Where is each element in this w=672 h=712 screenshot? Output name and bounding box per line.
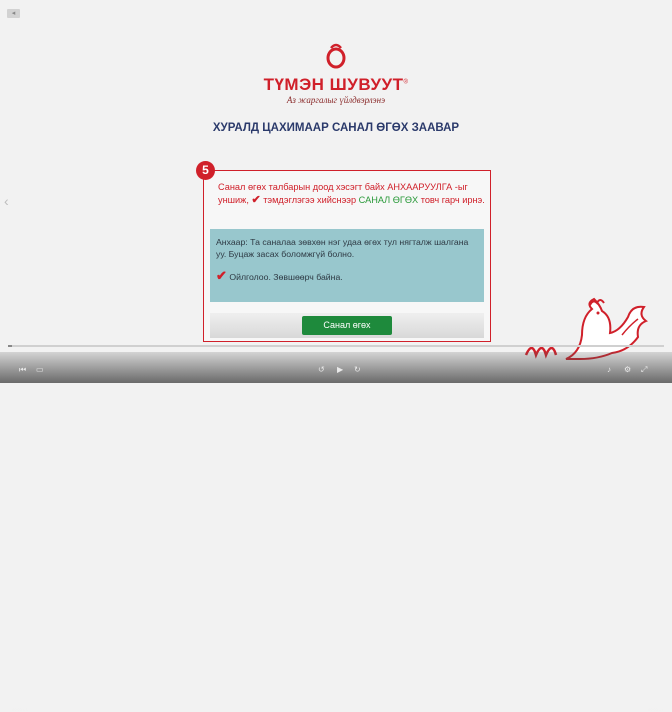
settings-icon[interactable]: ⚙: [624, 365, 631, 375]
registered-mark: ®: [403, 79, 409, 86]
forward-icon[interactable]: ↻: [354, 365, 361, 375]
brand-name: ТҮМЭН ШУВУУТ®: [0, 75, 672, 95]
egg-logo-icon: [326, 43, 346, 69]
rewind-icon[interactable]: ↺: [318, 365, 325, 375]
previous-slide-icon[interactable]: ‹: [4, 193, 9, 209]
brand-name-text: ТҮМЭН ШУВУУТ: [263, 75, 404, 94]
progress-track[interactable]: [8, 345, 664, 347]
instruction-part2: тэмдэглэгээ хийснээр: [263, 194, 357, 205]
vote-button[interactable]: Санал өгөх: [302, 316, 392, 335]
menu-toggle-button[interactable]: ◂: [7, 9, 20, 18]
agree-checkmark-icon: ✔: [216, 268, 227, 283]
previous-icon[interactable]: ⏮: [19, 365, 26, 375]
checkmark-icon: ✔: [251, 193, 261, 206]
agree-label: Ойлголоо. Зөвшөөрч байна.: [229, 272, 343, 282]
fullscreen-icon[interactable]: ⤢: [641, 365, 647, 375]
instruction-highlight: САНАЛ ӨГӨХ: [358, 194, 419, 205]
time-total: 00:00:27: [648, 707, 664, 712]
slide-title: ХУРАЛД ЦАХИМААР САНАЛ ӨГӨХ ЗААВАР: [212, 122, 460, 134]
play-icon[interactable]: ▶: [337, 365, 343, 375]
player-controls: 00:00:03 00:00:27: [0, 352, 672, 712]
volume-icon[interactable]: ♪: [607, 365, 611, 375]
instruction-text: Санал өгөх талбарын доод хэсэгт байх АНХ…: [218, 181, 486, 206]
instruction-part3: товч гарч ирнэ.: [420, 194, 485, 205]
notice-text: Анхаар: Та саналаа зөвхөн нэг удаа өгөх …: [216, 237, 469, 259]
brand-logo: [0, 43, 672, 69]
time-current: 00:00:03: [12, 707, 28, 712]
step-number-badge: 5: [196, 161, 215, 180]
notice-box: Анхаар: Та саналаа зөвхөн нэг удаа өгөх …: [210, 229, 484, 302]
captions-icon[interactable]: ▭: [36, 365, 44, 375]
presentation-slide: ◂ ‹ ТҮМЭН ШУВУУТ® Аз жаргалыг үйлдвэрлэн…: [0, 0, 672, 712]
vote-bar: Санал өгөх: [210, 313, 484, 338]
agree-checkbox[interactable]: ✔ Ойлголоо. Зөвшөөрч байна.: [216, 268, 478, 284]
progress-fill: [8, 345, 12, 347]
brand-tagline: Аз жаргалыг үйлдвэрлэнэ: [286, 95, 386, 105]
